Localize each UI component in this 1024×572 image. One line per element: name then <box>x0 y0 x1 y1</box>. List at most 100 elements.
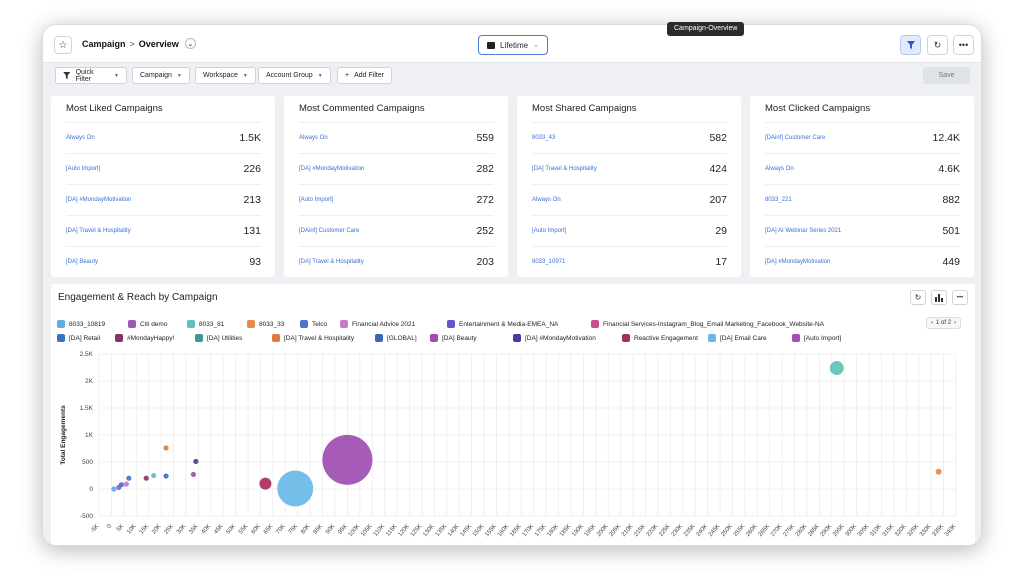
data-point <box>277 470 314 507</box>
campaign-link[interactable]: [DA] Travel & Hospitality <box>66 228 131 234</box>
x-tick-label: 195K <box>584 523 598 538</box>
campaign-link[interactable]: [DAinf] Customer Care <box>765 135 825 141</box>
favorite-star-button[interactable]: ☆ <box>54 36 72 54</box>
x-tick-label: 200K <box>596 523 610 538</box>
date-range-label: Lifetime <box>500 40 529 50</box>
campaign-link[interactable]: [DA] Travel & Hospitality <box>532 166 597 172</box>
list-item: [DAinf] Customer Care 252 <box>299 215 494 246</box>
campaign-link[interactable]: Always On <box>66 135 95 141</box>
x-tick-label: 250K <box>720 523 734 538</box>
list-item: Always On 207 <box>532 184 727 215</box>
data-point <box>259 477 272 490</box>
x-tick-label: 55K <box>238 523 249 535</box>
campaign-link[interactable]: [Auto Import] <box>299 197 333 203</box>
plus-icon: + <box>345 72 350 79</box>
data-point <box>111 486 117 492</box>
metric-value: 582 <box>709 132 727 144</box>
data-point <box>123 481 129 487</box>
metric-value: 559 <box>476 132 494 144</box>
campaign-link[interactable]: [Auto Import] <box>66 166 100 172</box>
caret-down-icon: ▼ <box>114 72 119 79</box>
y-tick-label: 1K <box>85 432 94 439</box>
metric-value: 282 <box>476 163 494 175</box>
campaign-link[interactable]: Always On <box>765 166 794 172</box>
x-tick-label: 185K <box>559 523 573 538</box>
save-button[interactable]: Save <box>923 67 970 84</box>
campaign-link[interactable]: [DA] Travel & Hospitality <box>299 259 364 265</box>
campaign-link[interactable]: [DA] Beauty <box>66 259 98 265</box>
account-group-filter-dropdown[interactable]: Account Group ▼ <box>258 67 331 84</box>
list-item: [DA] #MondayMotivation 213 <box>66 184 261 215</box>
date-range-selector[interactable]: Lifetime ⌄ <box>478 35 548 55</box>
breadcrumb-current: Overview <box>138 38 179 49</box>
campaign-link[interactable]: [DA] #MondayMotivation <box>299 166 364 172</box>
chevron-down-icon[interactable]: ⌄ <box>184 38 196 49</box>
campaign-link[interactable]: 8033_10971 <box>532 259 565 265</box>
refresh-icon: ↻ <box>933 39 942 50</box>
filter-icon <box>906 41 915 49</box>
caret-down-icon: ▼ <box>317 72 323 79</box>
add-filter-button[interactable]: + Add Filter <box>337 67 393 84</box>
campaign-link[interactable]: [Auto Import] <box>532 228 566 234</box>
y-axis-label: Total Engagements <box>60 405 67 465</box>
more-options-button[interactable]: ••• <box>953 35 974 55</box>
x-tick-label: 30K <box>176 523 187 535</box>
x-tick-label: 175K <box>534 523 548 538</box>
x-tick-label: 340K <box>944 523 958 538</box>
calendar-icon <box>487 41 496 49</box>
campaign-link[interactable]: Always On <box>299 135 328 141</box>
x-tick-label: 265K <box>758 523 772 538</box>
campaign-link[interactable]: [DA] #MondayMotivation <box>765 259 830 265</box>
filter-icon <box>63 72 71 79</box>
campaign-link[interactable]: [DAinf] Customer Care <box>299 228 359 234</box>
x-tick-label: 120K <box>397 523 411 538</box>
x-tick-label: 280K <box>795 523 809 538</box>
refresh-button[interactable]: ↻ <box>927 35 948 55</box>
workspace-filter-dropdown[interactable]: Workspace ▼ <box>195 67 256 84</box>
x-tick-label: 275K <box>782 523 796 538</box>
x-tick-label: 165K <box>509 523 523 538</box>
filter-toggle-button[interactable] <box>900 35 921 55</box>
campaign-link[interactable]: [DA] AI Webinar Series 2021 <box>765 228 841 234</box>
x-tick-label: 50K <box>226 523 237 535</box>
x-tick-label: 150K <box>472 523 486 538</box>
breadcrumb-root[interactable]: Campaign <box>82 39 126 49</box>
breadcrumb-separator: > <box>129 38 135 49</box>
list-item: [DA] Travel & Hospitality 424 <box>532 153 727 184</box>
campaign-link[interactable]: 8033_43 <box>532 135 555 141</box>
x-tick-label: 290K <box>820 523 834 538</box>
x-tick-label: 110K <box>373 523 386 537</box>
list-item: [Auto Import] 29 <box>532 215 727 246</box>
data-point <box>143 475 149 481</box>
quick-filter-dropdown[interactable]: Quick Filter ▼ <box>55 67 127 84</box>
data-point <box>829 361 844 376</box>
most-liked-card: Most Liked Campaigns Always On 1.5K [Auto… <box>51 96 275 277</box>
campaign-filter-dropdown[interactable]: Campaign ▼ <box>132 67 190 84</box>
x-tick-label: 35K <box>188 523 199 535</box>
list-item: [DA] AI Webinar Series 2021 501 <box>765 215 960 246</box>
list-item: Always On 559 <box>299 122 494 153</box>
campaign-link[interactable]: 8033_221 <box>765 197 792 203</box>
x-tick-label: 305K <box>857 523 871 538</box>
x-tick-label: 40K <box>201 523 212 535</box>
x-tick-label: 140K <box>447 523 461 538</box>
x-tick-label: 325K <box>907 523 921 538</box>
x-tick-label: 215K <box>633 523 647 538</box>
x-tick-label: 295K <box>832 523 846 538</box>
x-tick-label: 225K <box>658 523 672 538</box>
x-tick-label: 65K <box>263 523 274 535</box>
metric-value: 93 <box>249 256 261 268</box>
metric-value: 424 <box>709 163 727 175</box>
data-point <box>126 475 132 481</box>
y-tick-label: -500 <box>80 513 93 520</box>
metric-value: 882 <box>942 194 960 206</box>
app-window: ☆ Campaign > Overview ⌄ Lifetime ⌄ ↻ •••… <box>42 24 982 546</box>
x-tick-label: 170K <box>522 523 536 538</box>
list-item: [DA] Travel & Hospitality 131 <box>66 215 261 246</box>
y-tick-label: 1.5K <box>80 405 94 412</box>
most-commented-card: Most Commented Campaigns Always On 559 [D… <box>284 96 508 277</box>
x-tick-label: 330K <box>919 523 933 538</box>
campaign-link[interactable]: Always On <box>532 197 561 203</box>
list-item: 8033_221 882 <box>765 184 960 215</box>
campaign-link[interactable]: [DA] #MondayMotivation <box>66 197 131 203</box>
